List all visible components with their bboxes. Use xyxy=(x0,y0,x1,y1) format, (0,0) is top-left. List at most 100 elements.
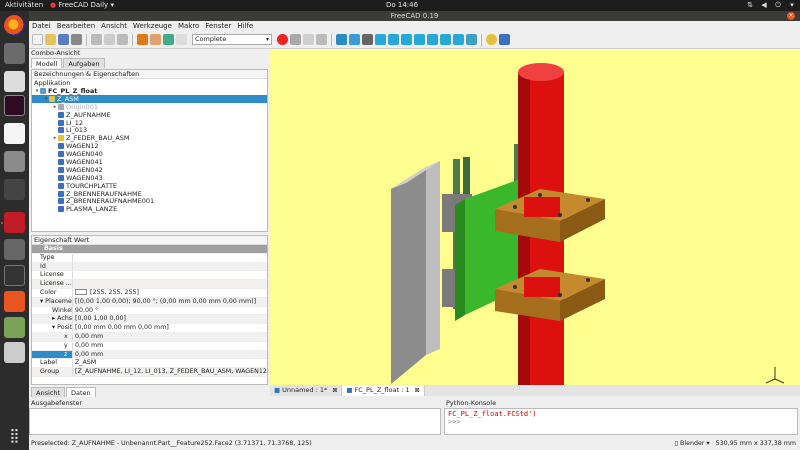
property-row[interactable]: ▸ Achse[0,00 1,00 0,00] xyxy=(32,315,267,325)
menu-fenster[interactable]: Fenster xyxy=(205,21,231,31)
property-value[interactable] xyxy=(73,254,267,262)
property-row[interactable]: Color [255, 255, 255] xyxy=(32,288,267,298)
property-row[interactable]: x 0,00 mm xyxy=(32,332,267,342)
property-value[interactable]: 90,00 ° xyxy=(73,307,267,315)
tree-item[interactable]: WAGEN12 xyxy=(32,142,267,150)
property-value[interactable]: Z_ASM xyxy=(73,359,267,367)
freecad-icon[interactable] xyxy=(4,212,25,233)
tab-ansicht[interactable]: Ansicht xyxy=(31,387,66,397)
tree-item[interactable]: Z_BRENNERAUFNAHME001 xyxy=(32,197,267,205)
property-row[interactable]: Type xyxy=(32,253,267,263)
rear-view-icon[interactable] xyxy=(427,34,438,45)
tree-item[interactable]: Z_BRENNERAUFNAHME xyxy=(32,190,267,198)
clock[interactable]: Do 14:46 xyxy=(386,0,418,11)
create-body-icon[interactable] xyxy=(499,34,510,45)
create-part-icon[interactable] xyxy=(486,34,497,45)
text-editor-icon[interactable] xyxy=(4,123,25,144)
3d-model-render[interactable] xyxy=(270,49,800,385)
property-row[interactable]: Group [Z_AUFNAHME, LI_12, LI_013, Z_FEDER… xyxy=(32,368,267,377)
activities-button[interactable]: Aktivitäten xyxy=(5,0,43,11)
front-view-icon[interactable] xyxy=(388,34,399,45)
show-apps-icon[interactable]: ⣿ xyxy=(4,426,25,447)
tree-item[interactable]: LI_12 xyxy=(32,119,267,127)
macro-editor-icon[interactable] xyxy=(303,34,314,45)
whats-this-icon[interactable] xyxy=(176,34,187,45)
property-value[interactable]: 0,00 mm xyxy=(73,351,267,359)
window-titlebar[interactable]: FreeCAD 0.19 × xyxy=(29,11,800,21)
property-value[interactable]: [(0,00 1,00 0,00); 90,00 °; (0,00 mm 0,0… xyxy=(73,298,267,306)
property-row[interactable]: Winkel 90,00 ° xyxy=(32,306,267,316)
tree-item[interactable]: WAGEN042 xyxy=(32,166,267,174)
workbench-selector[interactable]: Complete ▾ xyxy=(192,34,272,45)
menu-bearbeiten[interactable]: Bearbeiten xyxy=(57,21,95,31)
files-icon[interactable] xyxy=(4,43,25,64)
property-value[interactable]: [255, 255, 255] xyxy=(73,288,267,297)
isometric-view-icon[interactable] xyxy=(375,34,386,45)
property-row[interactable]: y 0,00 mm xyxy=(32,341,267,351)
tree-item[interactable]: PLASMA_LANZE xyxy=(32,205,267,213)
menu-ansicht[interactable]: Ansicht xyxy=(101,21,127,31)
python-console-output[interactable]: FC_PL_Z_float.FCStd') >>> xyxy=(444,408,798,435)
new-file-icon[interactable] xyxy=(32,34,43,45)
archive-icon[interactable] xyxy=(4,317,25,338)
fit-selection-icon[interactable] xyxy=(349,34,360,45)
system-tray[interactable]: ⇅ ◀ ⏻ ▾ xyxy=(746,0,796,9)
draw-style-icon[interactable] xyxy=(362,34,373,45)
close-tab-icon[interactable]: ⊠ xyxy=(332,385,337,396)
fit-all-icon[interactable] xyxy=(336,34,347,45)
property-row[interactable]: ▾ Positi...[0,00 mm 0,00 mm 0,00 mm] xyxy=(32,324,267,333)
document-tab[interactable]: ■ Unnamed : 1* ⊠ xyxy=(270,385,343,396)
menu-werkzeuge[interactable]: Werkzeuge xyxy=(133,21,172,31)
property-row[interactable]: ▾ Placement[(0,00 1,00 0,00); 90,00 °; (… xyxy=(32,297,267,307)
navigation-style[interactable]: Blender xyxy=(680,440,704,447)
close-icon[interactable]: × xyxy=(787,12,795,20)
tab-modell[interactable]: Modell xyxy=(31,58,63,68)
color-swatch[interactable] xyxy=(75,288,87,295)
settings-icon[interactable] xyxy=(4,151,25,172)
tab-aufgaben[interactable]: Aufgaben xyxy=(63,58,105,68)
property-value[interactable] xyxy=(73,280,267,288)
save-icon[interactable] xyxy=(58,34,69,45)
firefox-icon[interactable] xyxy=(4,15,25,36)
top-view-icon[interactable] xyxy=(401,34,412,45)
terminal-icon[interactable] xyxy=(4,95,25,116)
redo-icon[interactable] xyxy=(150,34,161,45)
tree-item[interactable]: LI_013 xyxy=(32,126,267,134)
menu-makro[interactable]: Makro xyxy=(178,21,199,31)
refresh-icon[interactable] xyxy=(163,34,174,45)
software-center-icon[interactable] xyxy=(4,71,25,92)
report-output[interactable] xyxy=(29,408,441,435)
record-macro-icon[interactable] xyxy=(277,34,288,45)
property-row[interactable]: Label Z_ASM xyxy=(32,359,267,369)
property-row[interactable]: Id xyxy=(32,262,267,272)
tab-daten[interactable]: Daten xyxy=(66,387,96,397)
tree-item[interactable]: ▾ FC_PL_Z_float xyxy=(32,87,267,95)
undo-icon[interactable] xyxy=(137,34,148,45)
property-value[interactable]: [Z_AUFNAHME, LI_12, LI_013, Z_FEDER_BAU_… xyxy=(73,368,267,376)
property-value[interactable] xyxy=(73,271,267,279)
tool-icon[interactable] xyxy=(4,179,25,200)
paste-icon[interactable] xyxy=(117,34,128,45)
inkscape-icon[interactable] xyxy=(4,239,25,260)
run-macro-icon[interactable] xyxy=(316,34,327,45)
property-value[interactable] xyxy=(73,245,267,253)
property-value[interactable]: 0,00 mm xyxy=(73,333,267,341)
ubuntu-store-icon[interactable] xyxy=(4,291,25,312)
menu-hilfe[interactable]: Hilfe xyxy=(237,21,253,31)
property-row[interactable]: z 0,00 mm xyxy=(32,350,267,360)
copy-icon[interactable] xyxy=(104,34,115,45)
tree-item[interactable]: ▾ Z_ASM xyxy=(32,95,267,103)
right-view-icon[interactable] xyxy=(414,34,425,45)
property-value[interactable]: [0,00 1,00 0,00] xyxy=(73,315,267,323)
document-tab[interactable]: ■ FC_PL_Z_float : 1 ⊠ xyxy=(342,385,425,396)
property-value[interactable] xyxy=(73,263,267,271)
tree-item[interactable]: ▸ Origin001 xyxy=(32,103,267,111)
bottom-view-icon[interactable] xyxy=(440,34,451,45)
menu-datei[interactable]: Datei xyxy=(32,21,51,31)
tree-item[interactable]: WAGEN041 xyxy=(32,158,267,166)
property-row[interactable]: License ... xyxy=(32,280,267,289)
printer-icon[interactable] xyxy=(4,342,25,363)
app-icon[interactable] xyxy=(4,265,25,286)
tree-item[interactable]: TOURCHPLATTE xyxy=(32,182,267,190)
measure-distance-icon[interactable] xyxy=(466,34,477,45)
